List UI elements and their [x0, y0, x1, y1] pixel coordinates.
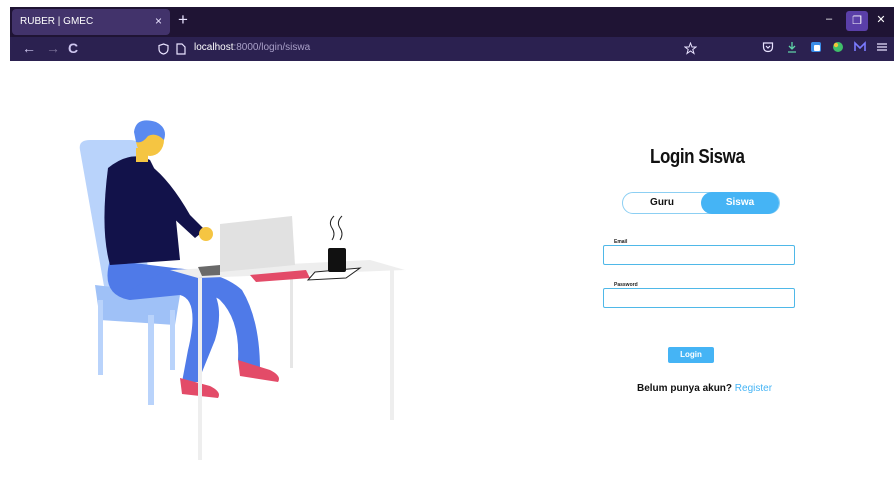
- tab-bar: RUBER | GMEC × + – ❐ ✕: [10, 7, 894, 37]
- active-tab[interactable]: RUBER | GMEC ×: [12, 9, 170, 35]
- tab-close-icon[interactable]: ×: [155, 14, 162, 28]
- url-path: :8000/login/siswa: [233, 42, 311, 53]
- extension-m-icon[interactable]: [854, 41, 866, 53]
- restore-button[interactable]: ❐: [846, 11, 868, 31]
- person-at-desk-illustration: [79, 120, 405, 460]
- star-icon[interactable]: [684, 42, 697, 55]
- password-input[interactable]: [606, 291, 792, 305]
- page-title: Login Siswa: [650, 146, 745, 168]
- tab-title: RUBER | GMEC: [20, 16, 94, 27]
- register-prompt-line: Belum punya akun? Register: [637, 383, 772, 394]
- password-field[interactable]: Password: [603, 282, 795, 308]
- email-field[interactable]: Email: [603, 239, 795, 265]
- address-bar[interactable]: localhost:8000/login/siswa: [156, 40, 706, 58]
- register-prompt: Belum punya akun?: [637, 383, 733, 394]
- close-window-button[interactable]: ✕: [870, 13, 892, 26]
- browser-window: RUBER | GMEC × + – ❐ ✕ ← → C localhost:8…: [0, 0, 894, 504]
- login-button[interactable]: Login: [668, 347, 714, 363]
- download-icon[interactable]: [786, 41, 798, 53]
- email-label: Email: [612, 239, 630, 245]
- register-link[interactable]: Register: [735, 383, 772, 394]
- pocket-icon[interactable]: [762, 41, 774, 53]
- password-label: Password: [612, 282, 640, 288]
- navigation-bar: ← → C localhost:8000/login/siswa: [10, 37, 894, 61]
- minimize-button[interactable]: –: [818, 13, 840, 25]
- url-text: localhost:8000/login/siswa: [194, 42, 310, 53]
- page-icon[interactable]: [176, 43, 186, 55]
- shield-icon[interactable]: [158, 43, 169, 55]
- toggle-guru[interactable]: Guru: [623, 193, 701, 213]
- toggle-siswa[interactable]: Siswa: [701, 192, 779, 214]
- forward-button[interactable]: →: [46, 40, 60, 56]
- url-host: localhost: [194, 42, 234, 53]
- new-tab-button[interactable]: +: [178, 10, 188, 30]
- extension-translate-icon[interactable]: [810, 41, 822, 53]
- email-input[interactable]: [606, 248, 792, 262]
- menu-icon[interactable]: [876, 41, 888, 53]
- back-button[interactable]: ←: [22, 40, 36, 56]
- reload-button[interactable]: C: [68, 40, 78, 56]
- role-toggle[interactable]: Guru Siswa: [622, 192, 780, 214]
- extension-leaf-icon[interactable]: [832, 41, 844, 53]
